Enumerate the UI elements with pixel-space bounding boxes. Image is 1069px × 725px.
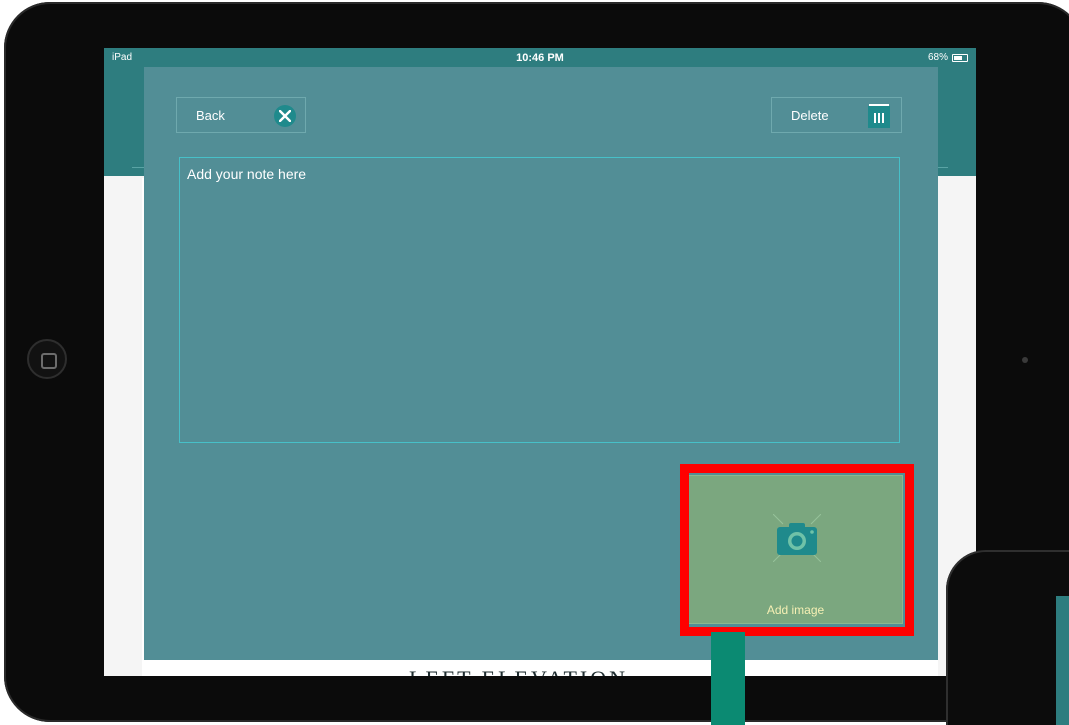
status-bar: iPad 10:46 PM 68% — [104, 48, 976, 68]
status-right: 68% — [928, 48, 968, 68]
background-caption: LEFT ELEVATION — [409, 666, 628, 676]
trash-icon — [868, 104, 890, 128]
device-label: iPad — [112, 52, 133, 63]
close-icon — [274, 105, 296, 127]
highlight-box — [680, 464, 914, 636]
back-button[interactable]: Back — [176, 97, 306, 133]
front-camera — [1022, 357, 1028, 363]
status-time: 10:46 PM — [516, 52, 564, 64]
back-button-label: Back — [196, 108, 225, 123]
pointer-arrow — [711, 632, 745, 725]
home-button[interactable] — [27, 339, 67, 379]
delete-button-label: Delete — [791, 108, 829, 123]
second-device-frame — [946, 550, 1069, 725]
battery-percent: 68% — [927, 52, 948, 63]
battery-fill — [954, 56, 963, 60]
delete-button[interactable]: Delete — [771, 97, 902, 133]
battery-icon — [952, 54, 968, 62]
second-device-screen — [1056, 596, 1069, 725]
note-textarea[interactable] — [179, 157, 900, 443]
